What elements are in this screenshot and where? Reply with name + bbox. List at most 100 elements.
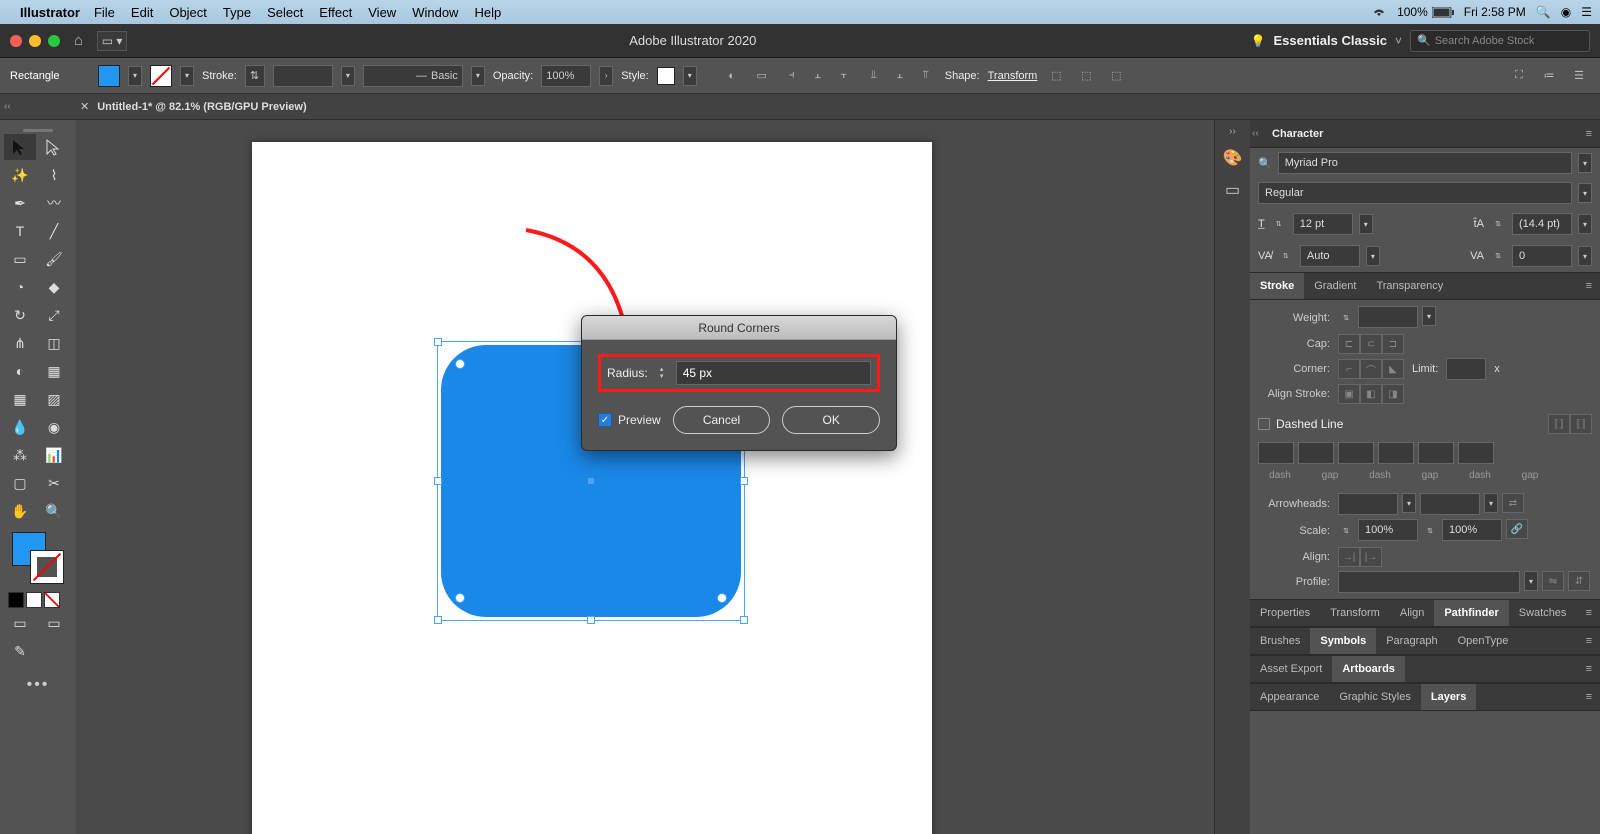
tab-align[interactable]: Align	[1390, 600, 1434, 626]
arrow-start[interactable]	[1338, 493, 1398, 515]
tab-artboards[interactable]: Artboards	[1332, 656, 1405, 682]
align-bottom-icon[interactable]: ⫪	[915, 65, 937, 87]
tab-asset-export[interactable]: Asset Export	[1250, 656, 1332, 682]
opacity-dropdown[interactable]: ›	[599, 66, 613, 86]
screen-mode-normal[interactable]: ▭	[4, 610, 36, 636]
tracking-spinner[interactable]: ⇅	[1490, 244, 1506, 268]
home-icon[interactable]: ⌂	[74, 32, 83, 49]
kerning-spinner[interactable]: ⇅	[1278, 244, 1294, 268]
cancel-button[interactable]: Cancel	[673, 406, 771, 434]
menu-type[interactable]: Type	[223, 5, 251, 20]
resize-handle-r[interactable]	[740, 477, 748, 485]
type-tool[interactable]: T	[4, 218, 36, 244]
canvas[interactable]: Round Corners Radius: ▴▾ ✓ Preview Cance…	[76, 120, 1214, 834]
leading-spinner[interactable]: ⇅	[1490, 212, 1506, 236]
kerning-dropdown[interactable]: ▾	[1366, 246, 1380, 266]
corner-bevel-icon[interactable]: ◣	[1382, 359, 1404, 379]
blend-tool[interactable]: ◉	[38, 414, 70, 440]
tabs3-menu-icon[interactable]: ≡	[1586, 663, 1600, 675]
free-transform-tool[interactable]: ◫	[38, 330, 70, 356]
corner-widget-tl[interactable]	[455, 359, 465, 369]
cap-round-icon[interactable]: ⊂	[1360, 334, 1382, 354]
tab-opentype[interactable]: OpenType	[1448, 628, 1519, 654]
arrow-end[interactable]	[1420, 493, 1480, 515]
tab-gradient[interactable]: Gradient	[1304, 273, 1366, 299]
menu-file[interactable]: File	[94, 5, 115, 20]
font-size-spinner[interactable]: ⇅	[1271, 212, 1287, 236]
align-middle-icon[interactable]: ⫠	[889, 65, 911, 87]
collapse-panel-icon[interactable]: ‹‹	[1252, 128, 1259, 139]
mesh-tool[interactable]: ▦	[4, 386, 36, 412]
rotate-tool[interactable]: ↻	[4, 302, 36, 328]
workspace-label[interactable]: Essentials Classic	[1274, 33, 1387, 48]
crop-icon[interactable]: ⬚	[1075, 65, 1097, 87]
tab-graphic-styles[interactable]: Graphic Styles	[1329, 684, 1421, 710]
width-tool[interactable]: ⋔	[4, 330, 36, 356]
color-mode-icon[interactable]	[8, 592, 24, 608]
menu-select[interactable]: Select	[267, 5, 303, 20]
radius-input[interactable]	[676, 361, 871, 385]
tab-swatches[interactable]: Swatches	[1509, 600, 1577, 626]
link-scale-icon[interactable]: 🔗	[1506, 519, 1528, 539]
tab-symbols[interactable]: Symbols	[1310, 628, 1376, 654]
menu-edit[interactable]: Edit	[131, 5, 153, 20]
stroke-panel-menu-icon[interactable]: ≡	[1586, 280, 1600, 292]
align-top-icon[interactable]: ⫫	[863, 65, 885, 87]
paintbrush-tool[interactable]: 🖌	[38, 246, 70, 272]
tab-appearance[interactable]: Appearance	[1250, 684, 1329, 710]
character-panel-title[interactable]: Character	[1272, 128, 1323, 140]
gap2[interactable]	[1378, 442, 1414, 464]
menu-window[interactable]: Window	[412, 5, 458, 20]
stroke-swatch[interactable]	[150, 65, 172, 87]
battery-status[interactable]: 100%	[1397, 5, 1454, 19]
close-tab-icon[interactable]: ✕	[80, 100, 89, 113]
fill-stroke-proxy[interactable]	[12, 532, 64, 584]
ok-button[interactable]: OK	[782, 406, 880, 434]
transform-link[interactable]: Transform	[988, 70, 1038, 82]
tabs1-menu-icon[interactable]: ≡	[1586, 607, 1600, 619]
scale-tool[interactable]: ⤢	[38, 302, 70, 328]
menu-object[interactable]: Object	[169, 5, 207, 20]
graph-tool[interactable]: 📊	[38, 442, 70, 468]
dash-align-icon[interactable]: ⟦⟧	[1570, 414, 1592, 434]
selection-tool[interactable]	[4, 134, 36, 160]
center-point[interactable]	[588, 478, 594, 484]
lightbulb-icon[interactable]: 💡	[1251, 34, 1266, 48]
opacity-field[interactable]: 100%	[541, 65, 591, 87]
artboard-tool[interactable]: ▢	[4, 470, 36, 496]
cap-projecting-icon[interactable]: ⊐	[1382, 334, 1404, 354]
brush-profile-dropdown[interactable]: ▾	[471, 66, 485, 86]
list-icon[interactable]: ≔	[1538, 65, 1560, 87]
gradient-tool[interactable]: ▨	[38, 386, 70, 412]
wifi-icon[interactable]	[1371, 6, 1387, 18]
corner-round-icon[interactable]: ⌒	[1360, 359, 1382, 379]
magic-wand-tool[interactable]: ✨	[4, 162, 36, 188]
libraries-panel-icon[interactable]: ▭	[1222, 179, 1244, 201]
mask-icon[interactable]: ⬚	[1105, 65, 1127, 87]
gap3[interactable]	[1458, 442, 1494, 464]
arrow-align-extend-icon[interactable]: →|	[1338, 547, 1360, 567]
dash2[interactable]	[1338, 442, 1374, 464]
workspace-dropdown-icon[interactable]: ˅	[1395, 34, 1402, 48]
tab-brushes[interactable]: Brushes	[1250, 628, 1310, 654]
font-style-field[interactable]: Regular	[1258, 182, 1572, 204]
preview-checkbox[interactable]: ✓ Preview	[598, 413, 661, 427]
flip-x-icon[interactable]: ⇋	[1542, 571, 1564, 591]
direct-selection-tool[interactable]	[38, 134, 70, 160]
align-stroke-outside-icon[interactable]: ◨	[1382, 384, 1404, 404]
gap1[interactable]	[1298, 442, 1334, 464]
stroke-color[interactable]	[30, 550, 64, 584]
stroke-weight-dropdown[interactable]: ▾	[341, 66, 355, 86]
zoom-tool[interactable]: 🔍	[38, 498, 70, 524]
scale-end[interactable]: 100%	[1442, 519, 1502, 541]
menu-view[interactable]: View	[368, 5, 396, 20]
panel-menu-icon[interactable]: ☰	[1568, 65, 1590, 87]
edit-toolbar[interactable]: ✎	[4, 638, 36, 664]
perspective-tool[interactable]: ▦	[38, 358, 70, 384]
line-tool[interactable]: ╱	[38, 218, 70, 244]
rectangle-tool[interactable]: ▭	[4, 246, 36, 272]
weight-dropdown[interactable]: ▾	[1422, 306, 1436, 326]
corner-widget-bl[interactable]	[455, 593, 465, 603]
more-tools-icon[interactable]: •••	[4, 676, 72, 694]
collapse-tools-icon[interactable]: ‹‹	[4, 101, 11, 112]
